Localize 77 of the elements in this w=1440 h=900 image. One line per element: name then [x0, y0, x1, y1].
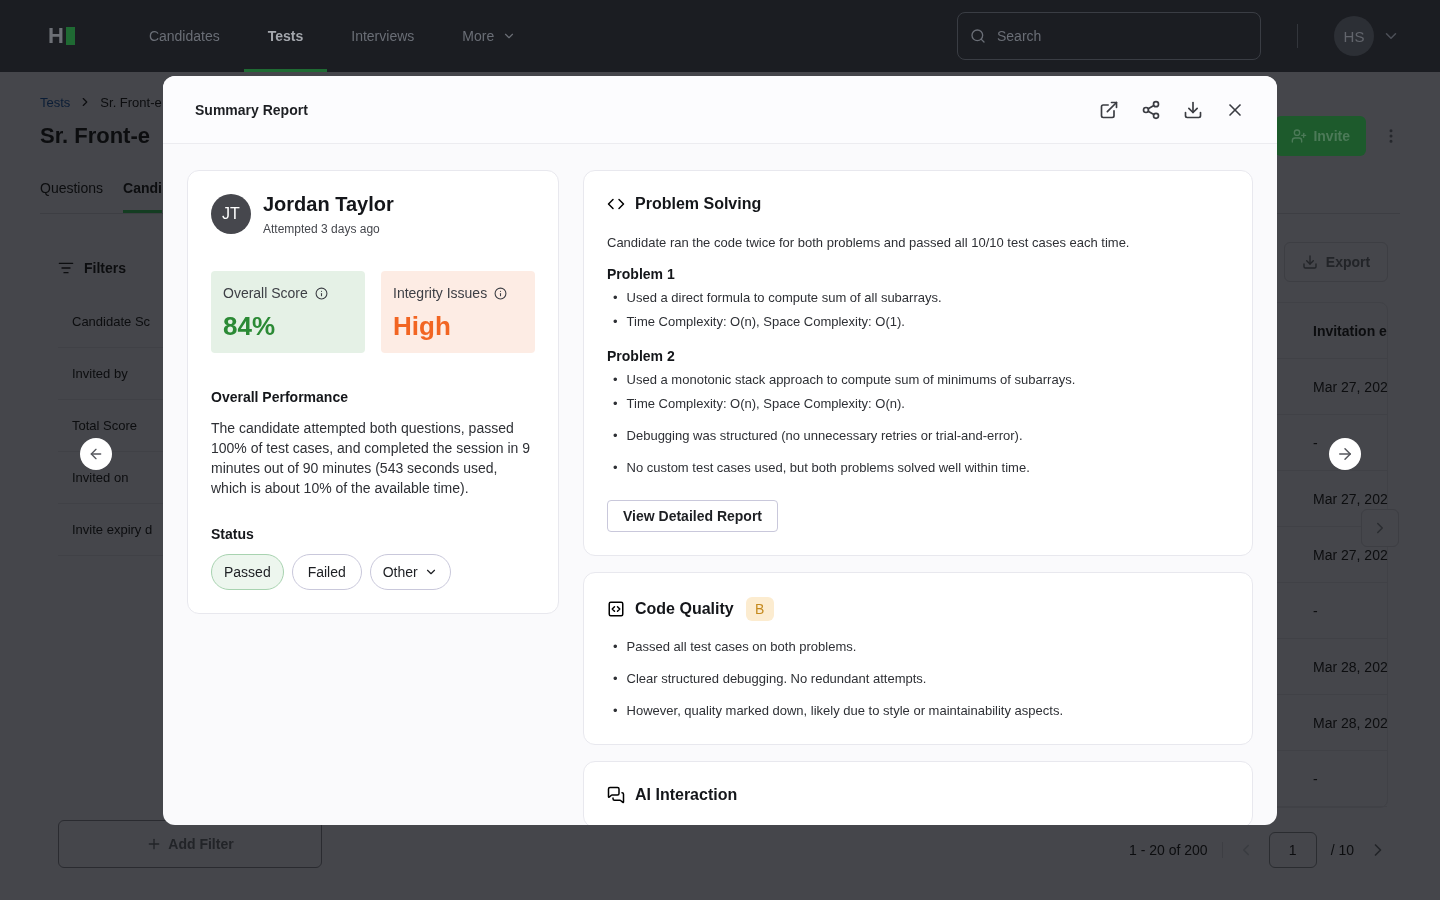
nav-item[interactable]: Candidates — [124, 0, 244, 72]
breadcrumb-link[interactable]: Tests — [40, 94, 71, 110]
table-cell-text: - — [1313, 434, 1319, 451]
bullet-text: Time Complexity: O(n), Space Complexity: O(1). — [626, 313, 905, 331]
page-total: / 10 — [1330, 842, 1354, 858]
section-heading: Status — [211, 526, 255, 542]
code-window-icon — [607, 600, 625, 618]
nav-item[interactable]: Interviews — [327, 0, 439, 72]
candidate-avatar: JT — [211, 194, 251, 234]
user-plus-icon — [1291, 128, 1308, 144]
nav-item[interactable]: Tests — [243, 0, 328, 72]
bullet-text: Debugging was structured (no unnecessary retries or trial-and-error). — [626, 427, 1023, 445]
dialog-title: Summary Report — [195, 101, 308, 118]
arrow-right-icon — [1336, 445, 1354, 463]
status-option[interactable]: Failed — [291, 554, 362, 590]
table-cell-text: - — [1313, 770, 1319, 787]
bullet-mark: • — [613, 395, 618, 413]
column-header: Invitation e — [1313, 322, 1387, 339]
bullet-text: Used a monotonic stack approach to compute sum of minimums of subarrays. — [626, 371, 1076, 389]
bullet-mark: • — [613, 638, 618, 656]
filter-list-icon — [58, 260, 74, 276]
search-field[interactable]: Search — [957, 12, 1261, 60]
chat-icon — [607, 786, 625, 804]
table-cell: Mar 28, 202 — [1313, 658, 1387, 675]
download-icon[interactable] — [1183, 99, 1203, 120]
page-title: Sr. Front-e — [40, 123, 150, 149]
candidate-name: Jordan Taylor — [263, 193, 394, 216]
bullet-mark: • — [613, 289, 618, 307]
performance-text: The candidate attempted both questions, passed 100% of test cases, and completed the session in 9 minutes out of 90 minutes (543 seconds used, which is about 10% of the available time). — [211, 419, 532, 498]
table-cell: Mar 28, 202 — [1313, 714, 1387, 731]
bullet-mark: • — [613, 427, 618, 445]
download-icon — [1301, 254, 1318, 270]
section-title: AI Interaction — [635, 786, 738, 804]
bullet-text: Time Complexity: O(n), Space Complexity: O(n). — [626, 395, 905, 413]
page-number-field[interactable]: 1 — [1268, 832, 1317, 868]
problem-title: Problem 1 — [607, 266, 676, 282]
bullet-mark: • — [613, 313, 618, 331]
info-icon[interactable] — [494, 286, 508, 300]
bullet-text: Passed all test cases on both problems. — [626, 638, 857, 656]
bullet-text: However, quality marked down, likely due to style or maintainability aspects. — [626, 702, 1063, 720]
attempted-time: Attempted 3 days ago — [263, 222, 381, 236]
pagination-range: 1 - 20 of 200 — [1129, 842, 1208, 858]
bullet-text: Clear structured debugging. No redundant attempts. — [626, 670, 927, 688]
bullet-mark: • — [613, 371, 618, 389]
logo[interactable]: H — [48, 23, 75, 49]
next-candidate-button[interactable] — [1329, 438, 1361, 470]
table-cell: Mar 27, 202 — [1313, 378, 1387, 395]
section-title: Problem Solving — [635, 195, 762, 213]
info-icon[interactable] — [314, 286, 328, 300]
filters-title: Filters — [84, 260, 126, 276]
metric-label: Integrity Issues — [393, 285, 488, 301]
table-cell: Mar 27, 202 — [1313, 490, 1387, 507]
section-heading: Overall Performance — [211, 389, 349, 405]
status-option[interactable]: Other — [369, 554, 451, 590]
bullet-mark: • — [613, 702, 618, 720]
section-title: Code Quality — [635, 600, 734, 618]
status-option[interactable]: Passed — [211, 554, 284, 590]
bullet-text: Used a direct formula to compute sum of all subarrays. — [626, 289, 942, 307]
previous-candidate-button[interactable] — [80, 438, 112, 470]
problem-title: Problem 2 — [607, 348, 676, 364]
metric-value: High — [393, 311, 452, 342]
external-link-icon[interactable] — [1099, 99, 1119, 120]
metric-value: 84% — [223, 311, 277, 342]
view-detailed-report-button[interactable]: View Detailed Report — [607, 500, 778, 532]
nav-item[interactable]: More — [438, 0, 541, 72]
search-icon — [970, 28, 986, 44]
table-cell: Mar 27, 202 — [1313, 546, 1387, 563]
page-tab[interactable]: Questions — [40, 170, 104, 213]
metric-label: Overall Score — [223, 285, 308, 301]
section-summary: Candidate ran the code twice for both problems and passed all 10/10 test cases each time. — [607, 235, 1131, 250]
grade-badge: B — [745, 597, 774, 621]
breadcrumb-current: Sr. Front-e — [100, 94, 162, 110]
bullet-text: No custom test cases used, but both problems solved well within time. — [626, 459, 1030, 477]
table-cell-text: - — [1313, 602, 1319, 619]
bullet-mark: • — [613, 670, 618, 688]
bullet-mark: • — [613, 459, 618, 477]
share-icon[interactable] — [1141, 99, 1161, 120]
